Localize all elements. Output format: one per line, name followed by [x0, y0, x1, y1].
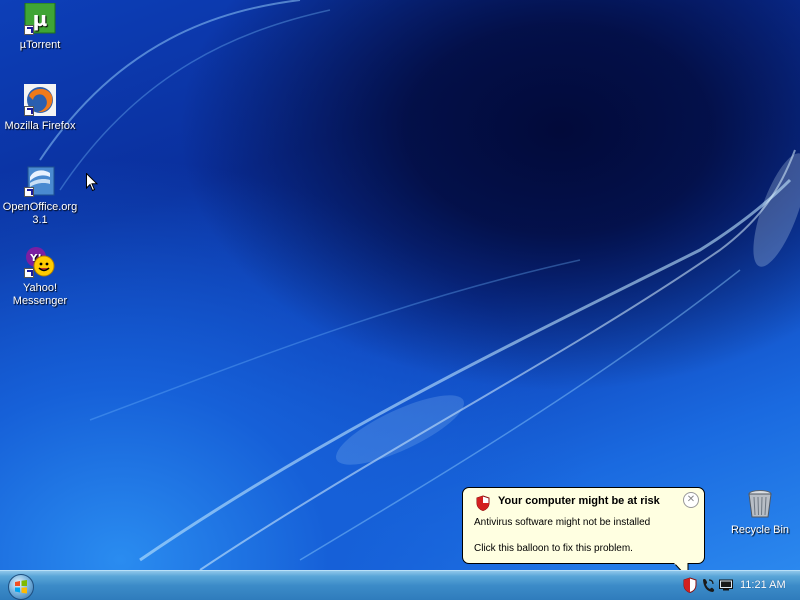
balloon-message: Antivirus software might not be installe…: [474, 517, 651, 528]
balloon-title: Your computer might be at risk: [498, 495, 660, 507]
shortcut-arrow-icon: [24, 187, 34, 197]
desktop-icon-yahoo-messenger[interactable]: Y! Yahoo! Messenger: [0, 246, 80, 308]
close-icon[interactable]: ✕: [683, 492, 699, 508]
desktop-icon-label: OpenOffice.org 3.1: [2, 201, 78, 226]
yahoo-messenger-icon: Y!: [24, 246, 56, 278]
desktop-icon-recycle-bin[interactable]: Recycle Bin: [720, 488, 800, 537]
desktop-icon-firefox[interactable]: Mozilla Firefox: [0, 84, 80, 133]
desktop-icon-label: Mozilla Firefox: [4, 120, 76, 132]
openoffice-icon: [24, 165, 56, 197]
desktop-icon-label: µTorrent: [19, 39, 61, 51]
desktop-icon-utorrent[interactable]: µ µTorrent: [0, 2, 80, 52]
wallpaper-swirl: [39, 0, 800, 570]
desktop-icon-openoffice[interactable]: OpenOffice.org 3.1: [0, 165, 80, 227]
windows-orb-icon: [15, 580, 27, 594]
shortcut-arrow-icon: [24, 268, 34, 278]
taskbar-clock[interactable]: 11:21 AM: [740, 579, 786, 591]
mouse-cursor-icon: [86, 173, 98, 192]
recycle-bin-icon: [744, 488, 776, 520]
display-icon[interactable]: [718, 577, 734, 593]
desktop-icon-label: Yahoo! Messenger: [12, 282, 68, 307]
shortcut-arrow-icon: [24, 106, 34, 116]
balloon-instruction: Click this balloon to fix this problem.: [474, 543, 633, 554]
utorrent-icon: µ: [24, 2, 56, 35]
firefox-icon: [24, 84, 56, 116]
start-button[interactable]: [8, 574, 34, 600]
security-shield-icon[interactable]: [682, 577, 698, 593]
network-phone-icon[interactable]: [700, 577, 716, 593]
security-shield-icon: [476, 495, 490, 511]
desktop[interactable]: µ µTorrent Mozilla Firefox OpenOffice.or…: [0, 0, 800, 570]
desktop-icon-label: Recycle Bin: [730, 524, 790, 536]
shortcut-arrow-icon: [24, 25, 34, 35]
security-notification-balloon[interactable]: Your computer might be at risk ✕ Antivir…: [462, 487, 705, 564]
svg-text:µ: µ: [33, 7, 48, 31]
